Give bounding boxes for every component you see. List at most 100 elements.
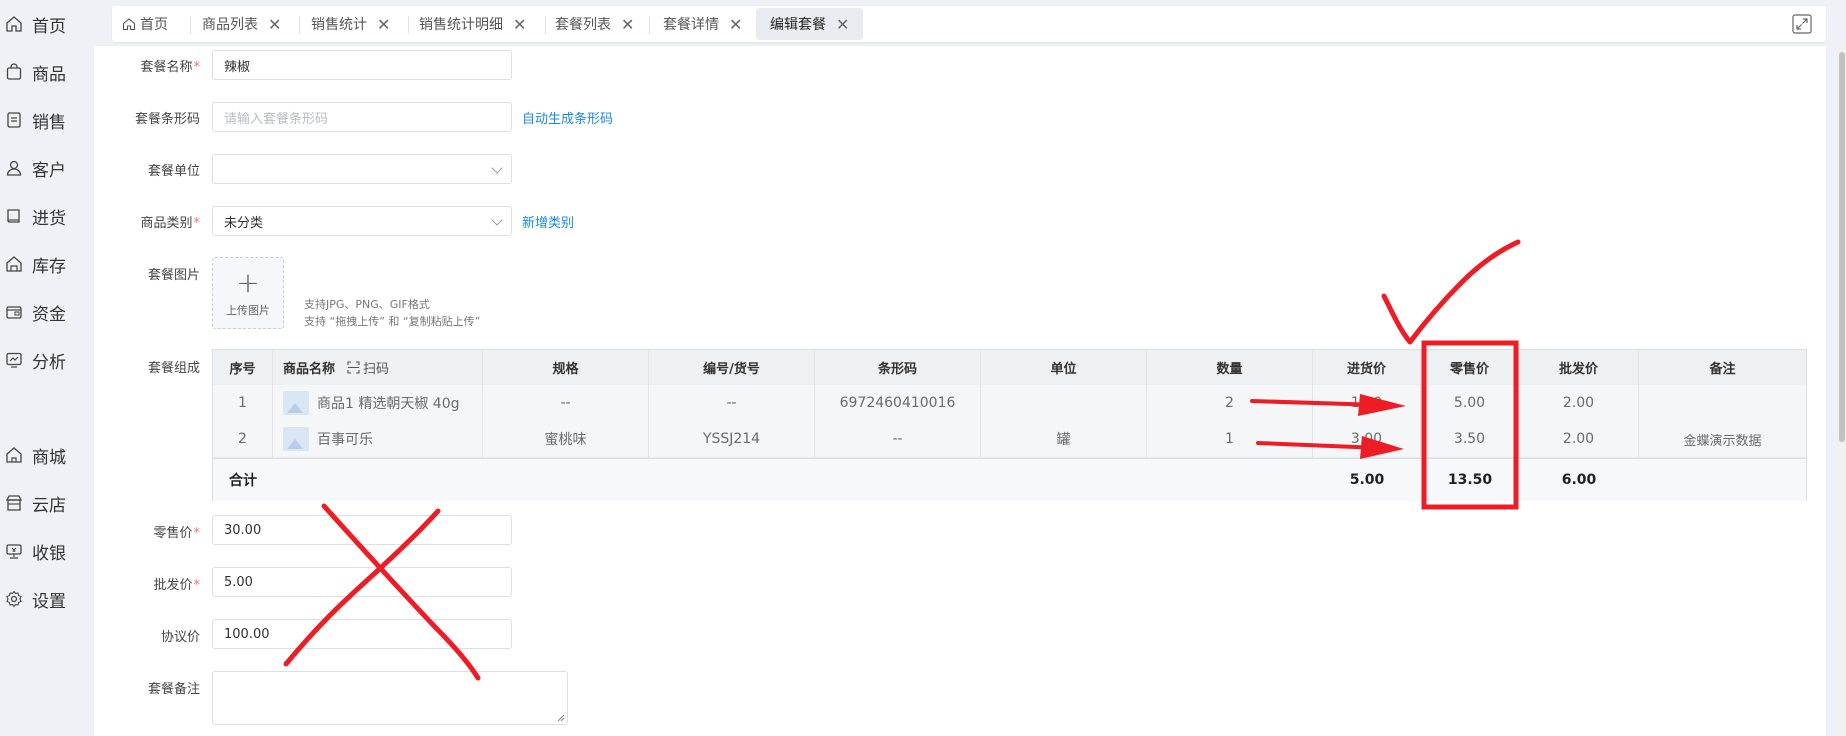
fullscreen-icon[interactable] <box>1792 14 1812 34</box>
tab-sales-stats-detail[interactable]: 销售统计明细 ✕ <box>419 8 526 40</box>
retail-price-label: 零售价* <box>153 526 200 541</box>
tab-home[interactable]: 首页 <box>122 8 168 40</box>
tab-label: 套餐详情 <box>663 17 719 33</box>
category-select[interactable]: 未分类 <box>212 206 512 236</box>
tab-package-detail[interactable]: 套餐详情 ✕ <box>663 8 742 40</box>
table-row[interactable]: 1 商品1 精选朝天椒 40g -- -- 6972460410016 2 1.… <box>213 385 1806 422</box>
warehouse-icon <box>4 254 24 274</box>
total-retail-price: 13.50 <box>1447 472 1493 488</box>
sidebar-item-mall[interactable]: 商城 <box>0 437 94 473</box>
sidebar-item-inventory[interactable]: 库存 <box>0 246 94 282</box>
plus-icon: + <box>236 266 260 299</box>
sidebar-item-label: 设置 <box>32 591 66 612</box>
package-name-label: 套餐名称* <box>140 60 200 75</box>
close-icon[interactable]: ✕ <box>513 15 526 34</box>
tab-edit-package[interactable]: 编辑套餐 ✕ <box>756 8 864 40</box>
sidebar-item-purchase[interactable]: 进货 <box>0 198 94 234</box>
table-row[interactable]: 2 百事可乐 蜜桃味 YSSJ214 -- 罐 1 3.00 3.50 2.00… <box>213 421 1806 458</box>
close-icon[interactable]: ✕ <box>268 15 281 34</box>
package-barcode-input[interactable]: 请输入套餐条形码 <box>212 102 512 132</box>
tab-label: 销售统计 <box>311 17 367 33</box>
sidebar-item-goods[interactable]: 商品 <box>0 54 94 90</box>
close-icon[interactable]: ✕ <box>729 15 742 34</box>
chevron-down-icon <box>491 214 503 226</box>
home-icon <box>4 14 24 34</box>
tab-product-list[interactable]: 商品列表 ✕ <box>202 8 281 40</box>
wholesale-price-label: 批发价* <box>153 578 200 593</box>
table-header: 序号 商品名称 扫码 规格 编号/货号 条形码 单位 数量 进货价 零售价 批发… <box>213 350 1806 386</box>
total-wholesale-price: 6.00 <box>1561 472 1597 488</box>
add-category-link[interactable]: 新增类别 <box>522 212 574 231</box>
bag-icon <box>4 62 24 82</box>
category-label: 商品类别* <box>140 216 200 231</box>
row-no: 2 <box>213 421 273 457</box>
row-spec: -- <box>483 385 649 421</box>
sidebar-item-label: 分析 <box>32 352 66 373</box>
header-remark: 备注 <box>1709 362 1736 377</box>
sidebar: 首页 商品 销售 客户 进货 库存 资金 分析 商城 云店 收银 设置 <box>0 0 94 736</box>
row-no: 1 <box>213 385 273 421</box>
package-name-input[interactable]: 辣椒 <box>212 50 512 80</box>
row-wholesale-price: 2.00 <box>1519 421 1639 457</box>
tab-bar: 首页 商品列表 ✕ 销售统计 ✕ 销售统计明细 ✕ 套餐列表 ✕ 套餐详情 ✕ … <box>112 6 1826 42</box>
close-icon[interactable]: ✕ <box>836 15 849 34</box>
composition-table: 序号 商品名称 扫码 规格 编号/货号 条形码 单位 数量 进货价 零售价 批发… <box>212 349 1807 501</box>
upload-image-button[interactable]: + 上传图片 <box>212 257 284 329</box>
package-barcode-label: 套餐条形码 <box>134 112 200 127</box>
sidebar-item-label: 客户 <box>32 160 66 181</box>
sidebar-item-cashier[interactable]: 收银 <box>0 533 94 569</box>
sidebar-item-settings[interactable]: 设置 <box>0 581 94 617</box>
header-purchase-price: 进货价 <box>1313 350 1421 385</box>
tab-label: 销售统计明细 <box>419 17 503 33</box>
sidebar-item-funds[interactable]: 资金 <box>0 294 94 330</box>
tab-separator <box>545 16 546 34</box>
home-icon <box>122 17 136 31</box>
sidebar-item-label: 商品 <box>32 64 66 85</box>
package-image-label: 套餐图片 <box>147 268 200 283</box>
sidebar-item-label: 库存 <box>32 256 66 277</box>
auto-generate-barcode-link[interactable]: 自动生成条形码 <box>522 108 613 127</box>
row-qty[interactable]: 1 <box>1147 421 1313 457</box>
package-remark-textarea[interactable] <box>212 671 568 725</box>
sidebar-item-label: 云店 <box>32 495 66 516</box>
retail-price-input[interactable]: 30.00 <box>212 515 512 545</box>
sidebar-item-sales[interactable]: 销售 <box>0 102 94 138</box>
product-thumbnail <box>283 391 309 415</box>
row-remark <box>1639 385 1806 421</box>
total-label: 合计 <box>229 473 257 489</box>
sidebar-item-home[interactable]: 首页 <box>0 6 94 42</box>
tab-package-list[interactable]: 套餐列表 ✕ <box>555 8 634 40</box>
row-code: YSSJ214 <box>649 421 815 457</box>
scrollbar[interactable] <box>1838 46 1846 736</box>
row-code: -- <box>649 385 815 421</box>
sidebar-item-label: 进货 <box>32 208 66 229</box>
agreement-price-input[interactable]: 100.00 <box>212 619 512 649</box>
header-no: 序号 <box>213 350 273 385</box>
scrollbar-thumb[interactable] <box>1839 52 1845 442</box>
scan-button[interactable]: 扫码 <box>363 358 389 377</box>
header-qty: 数量 <box>1147 350 1313 385</box>
sidebar-item-label: 资金 <box>32 304 66 325</box>
resize-handle-icon[interactable] <box>557 714 565 722</box>
row-unit: 罐 <box>981 421 1147 457</box>
row-product-name: 百事可乐 <box>273 421 483 457</box>
tab-sales-stats[interactable]: 销售统计 ✕ <box>311 8 390 40</box>
tab-separator <box>299 16 300 34</box>
close-icon[interactable]: ✕ <box>621 15 634 34</box>
sidebar-item-customer[interactable]: 客户 <box>0 150 94 186</box>
header-product-name: 商品名称 扫码 <box>273 350 483 385</box>
scan-icon[interactable] <box>347 361 360 374</box>
close-icon[interactable]: ✕ <box>377 15 390 34</box>
row-purchase-price: 3.00 <box>1313 421 1421 457</box>
sidebar-item-analysis[interactable]: 分析 <box>0 342 94 378</box>
wallet-icon <box>4 302 24 322</box>
row-qty[interactable]: 2 <box>1147 385 1313 421</box>
row-wholesale-price: 2.00 <box>1519 385 1639 421</box>
tab-separator <box>190 16 191 34</box>
sidebar-item-cloud-store[interactable]: 云店 <box>0 485 94 521</box>
gear-icon <box>4 589 24 609</box>
wholesale-price-input[interactable]: 5.00 <box>212 567 512 597</box>
package-unit-select[interactable] <box>212 154 512 184</box>
tab-label: 编辑套餐 <box>770 17 826 33</box>
package-remark-label: 套餐备注 <box>147 682 200 697</box>
